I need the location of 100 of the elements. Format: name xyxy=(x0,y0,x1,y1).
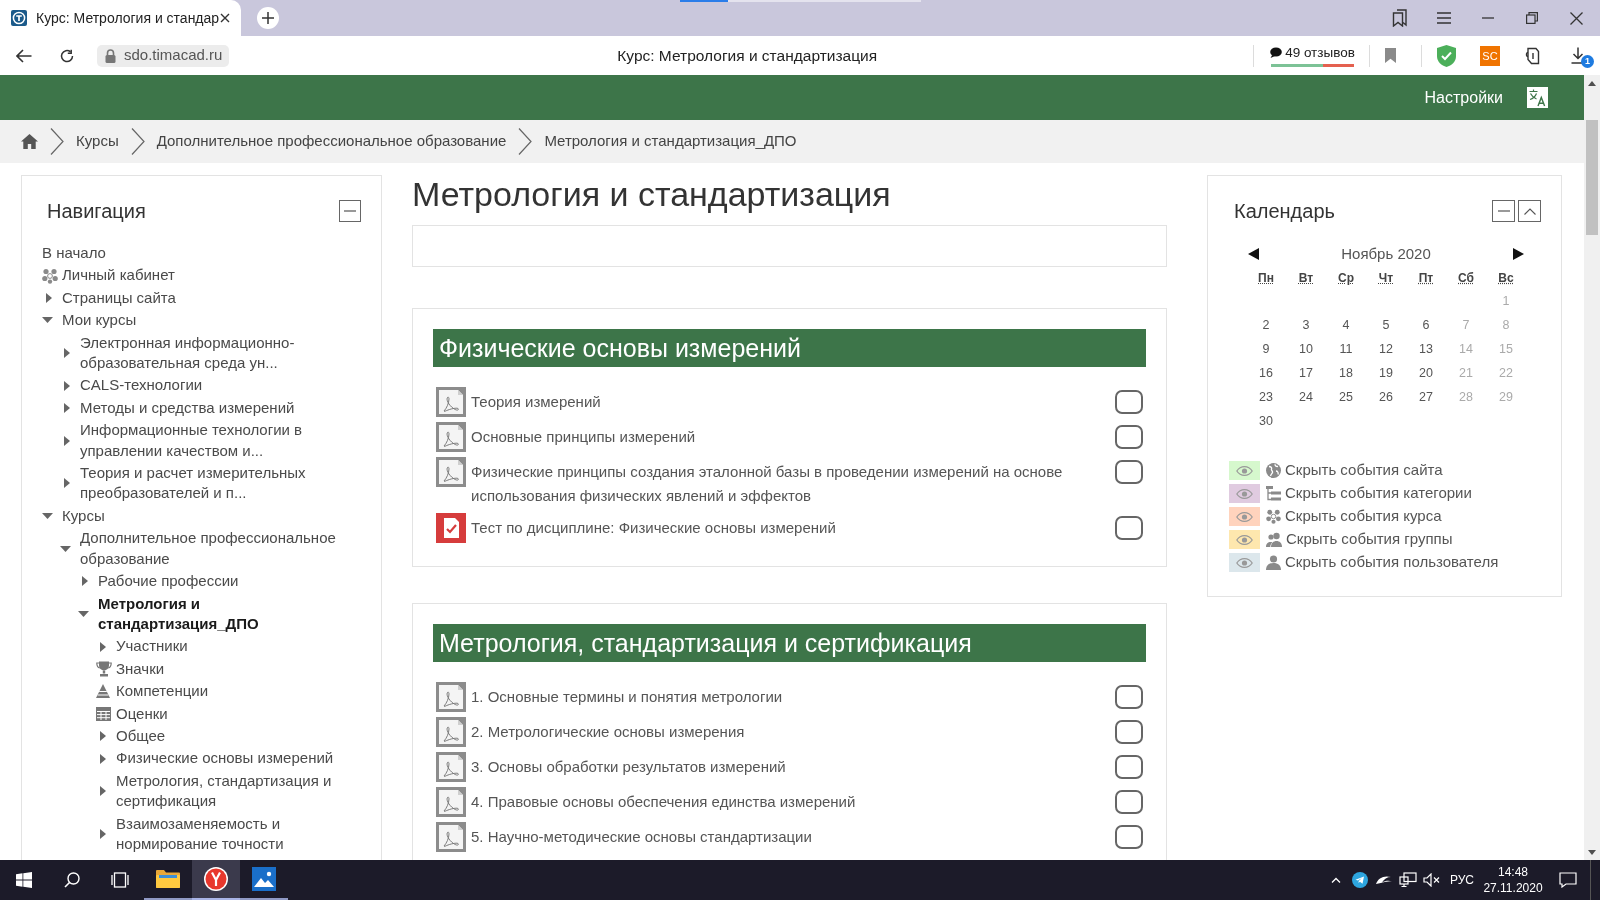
activity-link[interactable]: 2. Метрологические основы измерения xyxy=(471,720,1093,744)
caret-right-icon[interactable] xyxy=(100,786,106,797)
nav-link[interactable]: Дополнительное профессиональное образование xyxy=(80,528,341,570)
completion-checkbox[interactable] xyxy=(1115,390,1143,414)
caret-right-icon[interactable] xyxy=(64,478,70,489)
nav-link[interactable]: Рабочие профессии xyxy=(98,571,239,592)
home-link[interactable] xyxy=(21,134,38,149)
nav-link[interactable]: Метрология, стандартизация и сертификация xyxy=(116,770,341,812)
clock-date[interactable]: 27.11.2020 xyxy=(1483,880,1543,896)
browser-tab[interactable]: Курс: Метрология и стандар xyxy=(0,0,241,36)
minus-icon xyxy=(1497,210,1510,212)
caret-down-icon[interactable] xyxy=(60,545,71,552)
caret-right-icon[interactable] xyxy=(64,380,70,391)
nav-link[interactable]: Мои курсы xyxy=(62,310,137,331)
completion-checkbox[interactable] xyxy=(1115,825,1143,849)
nav-link[interactable]: Методы и средства измерений xyxy=(80,397,295,419)
chevron-up-icon xyxy=(1523,207,1536,215)
language-button[interactable]: РУС xyxy=(1444,860,1480,900)
taskbar-app-button[interactable] xyxy=(192,860,240,900)
caret-right-icon[interactable] xyxy=(64,403,70,414)
filter-link[interactable]: Скрыть события пользователя xyxy=(1285,551,1499,574)
hierarchy-icon xyxy=(1266,486,1281,501)
completion-checkbox[interactable] xyxy=(1115,460,1143,484)
caret-down-icon[interactable] xyxy=(78,610,89,617)
nav-link[interactable]: Курсы xyxy=(62,505,105,527)
filter-link[interactable]: Скрыть события курса xyxy=(1285,505,1442,528)
downloads-button[interactable]: 1 xyxy=(1556,40,1600,71)
nav-link[interactable]: Страницы сайта xyxy=(62,287,176,309)
calendar-day: 4 xyxy=(1342,315,1350,335)
nav-link[interactable]: Личный кабинет xyxy=(62,265,175,286)
calendar-day: 9 xyxy=(1262,339,1270,359)
nav-link[interactable]: CALS-технологии xyxy=(80,375,203,396)
calendar-day: 29 xyxy=(1499,387,1513,407)
nav-link[interactable]: Электронная информационно-образовательная среда ун... xyxy=(80,332,341,374)
completion-checkbox[interactable] xyxy=(1115,720,1143,744)
nav-link[interactable]: Участники xyxy=(116,636,188,657)
activity-link[interactable]: 1. Основные термины и понятия метрологии xyxy=(471,685,1093,709)
nav-link[interactable]: Метрология и стандартизация_ДПО xyxy=(98,593,341,635)
nav-link[interactable]: Общее xyxy=(116,725,166,747)
nav-link[interactable]: Значки xyxy=(116,658,165,680)
caret-right-icon[interactable] xyxy=(46,293,52,303)
nav-link[interactable]: Физические основы измерений xyxy=(116,748,334,769)
scrollbar-thumb[interactable] xyxy=(1586,120,1598,235)
plus-icon xyxy=(262,12,274,24)
caret-right-icon[interactable] xyxy=(82,576,88,587)
completion-checkbox[interactable] xyxy=(1115,516,1143,540)
bookmarks-icon xyxy=(1392,9,1408,27)
minus-button[interactable] xyxy=(1492,200,1515,222)
caret-right-icon[interactable] xyxy=(64,435,70,446)
filter-link[interactable]: Скрыть события сайта xyxy=(1285,459,1443,482)
filter-link[interactable]: Скрыть события группы xyxy=(1286,528,1453,551)
activity-link[interactable]: Основные принципы измерений xyxy=(471,425,1093,449)
vertical-scrollbar[interactable] xyxy=(1584,75,1600,860)
people-icon xyxy=(1266,532,1282,547)
reviews-count: 49 отзывов xyxy=(1285,44,1355,61)
completion-checkbox[interactable] xyxy=(1115,790,1143,814)
activity-link[interactable]: Физические принципы создания эталонной базы в проведении измерений на основе использования физических явлений и эффектов xyxy=(471,460,1093,508)
filter-link[interactable]: Скрыть события категории xyxy=(1285,482,1472,505)
breadcrumb-link[interactable]: Дополнительное профессиональное образование xyxy=(156,130,507,153)
completion-checkbox[interactable] xyxy=(1115,425,1143,449)
person-icon xyxy=(1266,555,1281,570)
completion-checkbox[interactable] xyxy=(1115,755,1143,779)
address-field[interactable]: sdo.timacad.ru xyxy=(97,44,230,67)
clock-time[interactable]: 14:48 xyxy=(1498,864,1528,880)
download-icon xyxy=(1571,47,1585,64)
activity-link[interactable]: 3. Основы обработки результатов измерений xyxy=(471,755,1093,779)
caret-down-icon[interactable] xyxy=(42,317,53,324)
calendar-day: 25 xyxy=(1339,387,1353,407)
caret-right-icon[interactable] xyxy=(100,828,106,839)
completion-checkbox[interactable] xyxy=(1115,685,1143,709)
nav-link[interactable]: Теория и расчет измерительных преобразователей и п... xyxy=(80,463,341,504)
settings-link[interactable]: Настройки xyxy=(1424,85,1503,110)
nav-link[interactable]: В начало xyxy=(42,243,106,264)
nav-link[interactable]: Взаимозаменяемость и нормирование точности xyxy=(116,813,341,855)
caret-right-icon[interactable] xyxy=(100,731,106,742)
activity-link[interactable]: 5. Научно-методические основы стандартизации xyxy=(471,825,1093,849)
new-tab-button[interactable] xyxy=(257,7,279,29)
activity-link[interactable]: Теория измерений xyxy=(471,390,1093,414)
caret-down-icon[interactable] xyxy=(42,513,53,520)
breadcrumb-link[interactable]: Метрология и стандартизация_ДПО xyxy=(544,130,797,153)
tab-scroll-thumb[interactable] xyxy=(680,0,728,2)
logo-icon xyxy=(11,10,27,26)
translate-button[interactable] xyxy=(1527,87,1548,108)
caret-right-icon[interactable] xyxy=(100,753,106,764)
nav-link[interactable]: Компетенции xyxy=(116,681,209,702)
minus-button[interactable] xyxy=(339,200,361,222)
nav-link[interactable]: Информационные технологии в управлении качеством и... xyxy=(80,420,341,462)
calendar-day: 6 xyxy=(1422,315,1430,335)
nav-link[interactable]: Оценки xyxy=(116,703,168,724)
reviews-button[interactable]: 49 отзывов xyxy=(1271,41,1354,70)
pdf-file-icon xyxy=(436,387,466,417)
chevron-up-button[interactable] xyxy=(1518,200,1541,222)
caret-right-icon[interactable] xyxy=(64,348,70,359)
triangle-right-icon[interactable] xyxy=(1513,248,1524,260)
caret-right-icon[interactable] xyxy=(100,641,106,652)
breadcrumb-link[interactable]: Курсы xyxy=(76,130,119,153)
triangle-left-icon[interactable] xyxy=(1248,248,1259,260)
activity-link[interactable]: 4. Правовые основы обеспечения единства измерений xyxy=(471,790,1093,814)
block-title: Календарь xyxy=(1234,199,1335,224)
activity-link[interactable]: Тест по дисциплине: Физические основы измерений xyxy=(471,516,1093,540)
